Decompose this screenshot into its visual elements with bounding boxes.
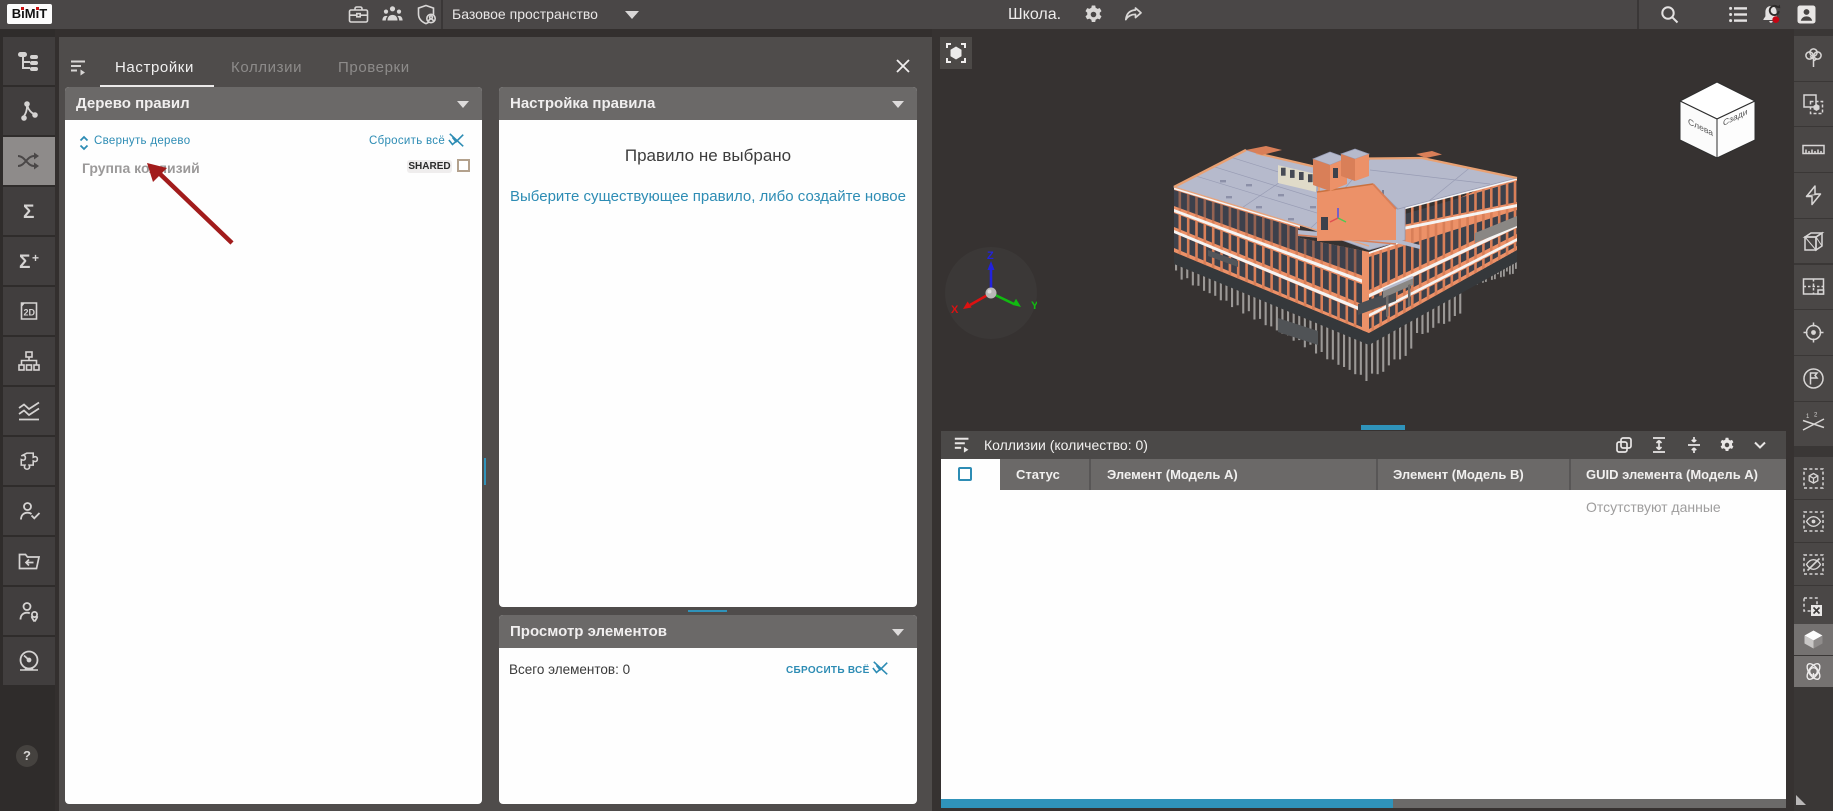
svg-text:2D: 2D xyxy=(24,308,36,318)
svg-text:+: + xyxy=(32,251,39,265)
svg-text:Σ: Σ xyxy=(23,202,34,223)
svg-text:Z: Z xyxy=(987,250,994,262)
svg-text:Σ: Σ xyxy=(19,252,30,273)
svg-text:1: 1 xyxy=(1806,414,1810,420)
svg-text:X: X xyxy=(951,304,959,316)
svg-text:2: 2 xyxy=(1814,413,1818,419)
svg-text:Y: Y xyxy=(1031,300,1037,312)
